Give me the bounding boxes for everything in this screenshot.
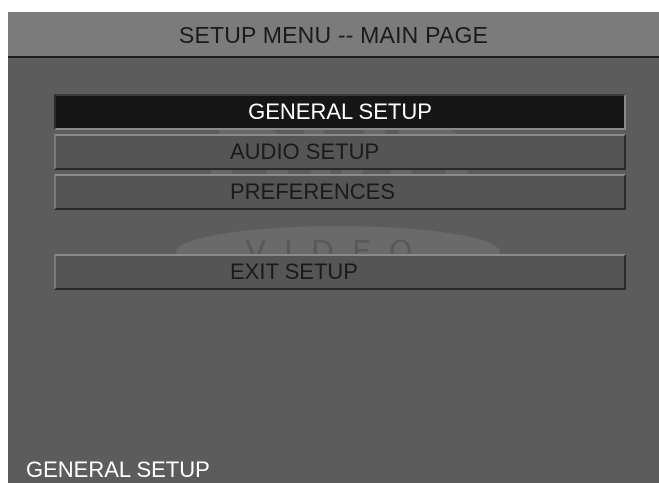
title-bar: SETUP MENU -- MAIN PAGE [8,12,659,58]
menu-item-exit-setup[interactable]: EXIT SETUP [54,254,626,290]
menu-item-label: EXIT SETUP [230,259,358,284]
status-text: GENERAL SETUP [26,457,210,482]
page-title: SETUP MENU -- MAIN PAGE [178,22,489,48]
menu-item-label: PREFERENCES [230,179,396,204]
menu-item-preferences[interactable]: PREFERENCES [54,174,626,210]
setup-screen: SETUP MENU -- MAIN PAGE DVD VIDEO ™ GENE… [8,12,659,483]
menu-item-general-setup[interactable]: GENERAL SETUP [54,94,626,130]
menu-item-label: AUDIO SETUP [230,139,380,164]
menu-item-audio-setup[interactable]: AUDIO SETUP [54,134,626,170]
menu-item-label: GENERAL SETUP [248,99,432,124]
